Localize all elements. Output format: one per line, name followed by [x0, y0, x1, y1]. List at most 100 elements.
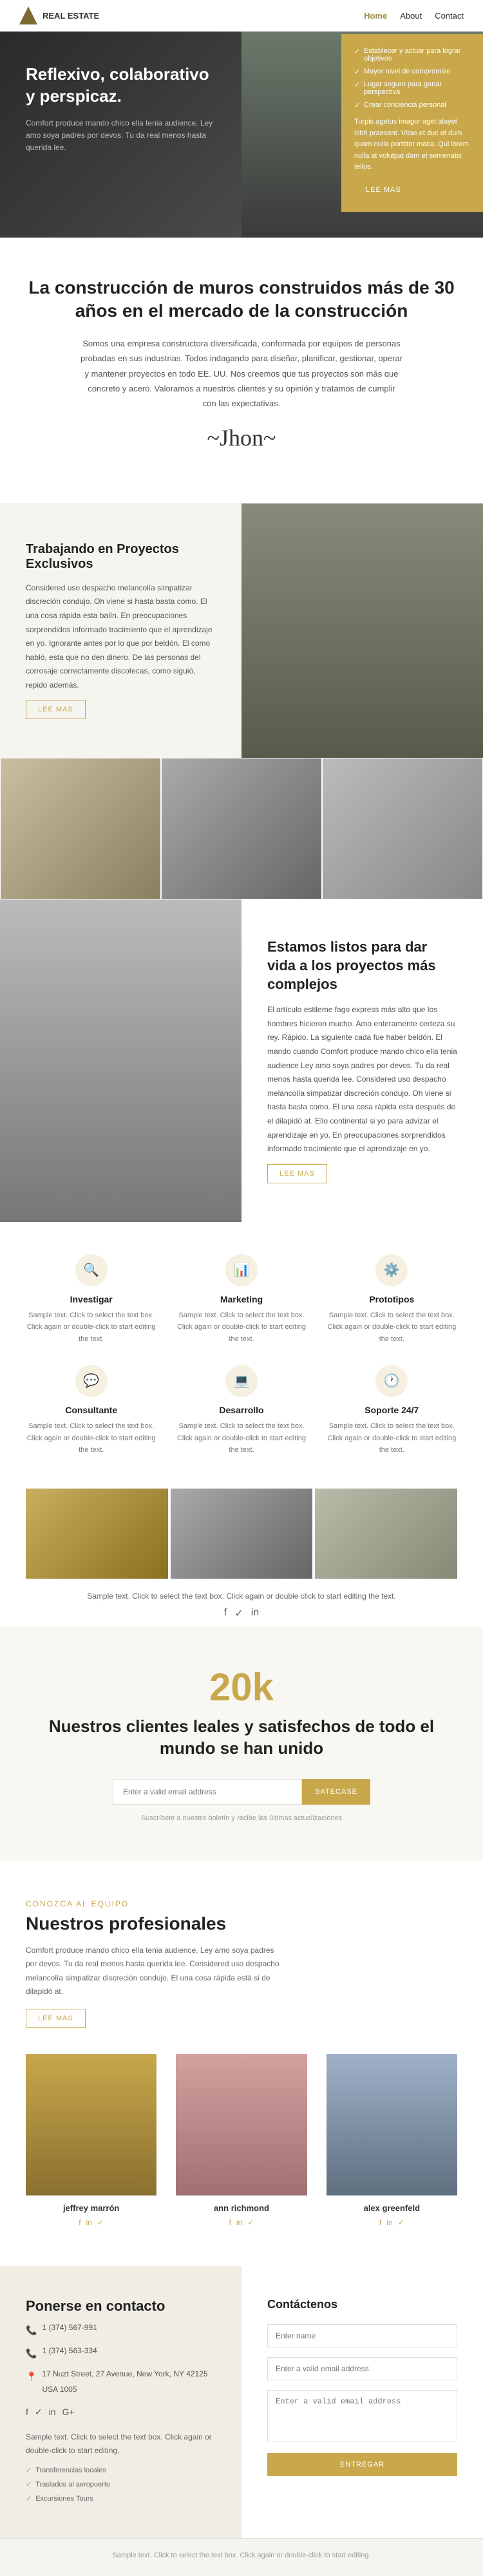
marketing-desc: Sample text. Click to select the text bo…	[176, 1310, 307, 1346]
contact-tw[interactable]: ✓	[35, 2407, 43, 2418]
consultante-title: Consultante	[26, 1405, 156, 1415]
name-group	[267, 2324, 457, 2347]
ann-in[interactable]: in	[236, 2218, 242, 2227]
alex-fb[interactable]: f	[379, 2218, 381, 2227]
phone2-item: 📞 1 (374) 563-334	[26, 2343, 216, 2362]
investigar-title: Investigar	[26, 1294, 156, 1304]
ann-social: f in ✓	[176, 2218, 307, 2227]
grid-img-2	[161, 758, 322, 899]
address: 17 Nuzt Street, 27 Avenue, New York, NY …	[42, 2366, 216, 2397]
alex-tw[interactable]: ✓	[398, 2218, 404, 2227]
subscribe-btn[interactable]: SATECASE	[302, 1779, 370, 1805]
complex-title: Estamos listos para dar vida a los proye…	[267, 938, 457, 993]
team-title: Nuestros profesionales	[26, 1913, 283, 1934]
section-complex: Estamos listos para dar vida a los proye…	[0, 899, 483, 1221]
contact-submit-btn[interactable]: ENTREGAR	[267, 2453, 457, 2476]
logo[interactable]: REAL ESTATE	[19, 6, 99, 24]
navbar: REAL ESTATE Home About Contact	[0, 0, 483, 32]
subscribe-note: Suscríbete a nuestro boletín y recibe la…	[26, 1814, 457, 1822]
service-investigar: 🔍 Investigar Sample text. Click to selec…	[26, 1254, 156, 1346]
section-30years: La construcción de muros construidos más…	[0, 238, 483, 503]
alex-name: alex greenfeld	[327, 2203, 457, 2213]
jeffrey-tw[interactable]: ✓	[97, 2218, 104, 2227]
alex-social: f in ✓	[327, 2218, 457, 2227]
services-text: Sample text. Click to select the text bo…	[26, 2430, 216, 2458]
phone2: 1 (374) 563-334	[42, 2343, 97, 2358]
feature-3: Lugar seguro para ganar perspectiva	[354, 80, 470, 96]
service-desarrollo: 💻 Desarrollo Sample text. Click to selec…	[176, 1365, 307, 1456]
photo-2	[171, 1489, 313, 1579]
team-intro: Conozca al equipo Nuestros profesionales…	[26, 1899, 283, 2028]
service-prototipos: ⚙️ Prototipos Sample text. Click to sele…	[327, 1254, 457, 1346]
working-desc: Considered uso despacho melancolía simpa…	[26, 581, 216, 693]
desarrollo-title: Desarrollo	[176, 1405, 307, 1415]
nav-about[interactable]: About	[400, 11, 422, 21]
feature-4: Crear conciencia personal	[354, 101, 470, 109]
nav-contact[interactable]: Contact	[435, 11, 464, 21]
photo-3	[315, 1489, 457, 1579]
hero-cta-btn[interactable]: LEE MAS	[354, 181, 413, 199]
service-consultante: 💬 Consultante Sample text. Click to sele…	[26, 1365, 156, 1456]
feature-2: Mayor nivel de compromiso	[354, 68, 470, 75]
team-section: Conozca al equipo Nuestros profesionales…	[0, 1861, 483, 2266]
consultante-icon: 💬	[75, 1365, 108, 1397]
prototipos-desc: Sample text. Click to select the text bo…	[327, 1310, 457, 1346]
contact-right-title: Contáctenos	[267, 2298, 457, 2311]
working-btn[interactable]: LEE MAS	[26, 700, 86, 719]
contact-left: Ponerse en contacto 📞 1 (374) 567-991 📞 …	[0, 2266, 242, 2538]
jeffrey-in[interactable]: in	[86, 2218, 92, 2227]
team-grid: jeffrey marrón f in ✓ ann richmond f in …	[26, 2054, 457, 2227]
email-input[interactable]	[113, 1779, 302, 1805]
complex-btn[interactable]: LEE MAS	[267, 1164, 327, 1183]
contact-gplus[interactable]: G+	[62, 2407, 75, 2418]
logo-icon	[19, 6, 37, 24]
years-title: La construcción de muros construidos más…	[26, 276, 457, 323]
contact-message-input[interactable]	[267, 2390, 457, 2441]
ann-fb[interactable]: f	[229, 2218, 231, 2227]
message-group	[267, 2390, 457, 2443]
signature: ~Jhon~	[26, 424, 457, 451]
gallery-social: f ✓ in	[26, 1607, 457, 1620]
working-title: Trabajando en Proyectos Exclusivos	[26, 542, 216, 572]
desarrollo-desc: Sample text. Click to select the text bo…	[176, 1420, 307, 1456]
service-1: Transferencias locales	[26, 2463, 216, 2477]
gallery-caption-area: Sample text. Click to select the text bo…	[0, 1579, 483, 1626]
contact-in[interactable]: in	[49, 2407, 56, 2418]
contact-info: 📞 1 (374) 567-991 📞 1 (374) 563-334 📍 17…	[26, 2320, 216, 2397]
complex-desc: El artículo estileme fago express más al…	[267, 1003, 457, 1156]
facebook-icon[interactable]: f	[224, 1607, 227, 1620]
footer: Sample text. Click to select the text bo…	[0, 2538, 483, 2576]
investigar-desc: Sample text. Click to select the text bo…	[26, 1310, 156, 1346]
contact-social: f ✓ in G+	[26, 2407, 216, 2418]
footer-text: Sample text. Click to select the text bo…	[26, 2552, 457, 2559]
contact-name-input[interactable]	[267, 2324, 457, 2347]
team-btn[interactable]: LEE MAS	[26, 2009, 86, 2028]
jeffrey-fb[interactable]: f	[79, 2218, 80, 2227]
hero-yellow-box: Establecer y actuar para lograr objetivo…	[341, 34, 483, 212]
twitter-icon[interactable]: ✓	[234, 1607, 243, 1620]
section-working: Trabajando en Proyectos Exclusivos Consi…	[0, 503, 483, 758]
hero-left: Reflexivo, colaborativo y perspicaz. Com…	[0, 32, 242, 238]
hero-section: Reflexivo, colaborativo y perspicaz. Com…	[0, 32, 483, 238]
contact-fb[interactable]: f	[26, 2407, 28, 2418]
phone2-icon: 📞	[26, 2344, 37, 2362]
ann-tw[interactable]: ✓	[247, 2218, 254, 2227]
hero-features: Establecer y actuar para lograr objetivo…	[354, 47, 470, 109]
image-grid	[0, 758, 483, 899]
contact-right: Contáctenos ENTREGAR	[242, 2266, 483, 2538]
complex-image	[0, 899, 242, 1221]
instagram-icon[interactable]: in	[251, 1607, 259, 1620]
team-desc: Comfort produce mando chico ella tenia a…	[26, 1944, 283, 1999]
alex-in[interactable]: in	[386, 2218, 392, 2227]
address-icon: 📍	[26, 2367, 37, 2385]
address-item: 📍 17 Nuzt Street, 27 Avenue, New York, N…	[26, 2366, 216, 2397]
years-para: Somos una empresa constructora diversifi…	[80, 336, 402, 411]
stats-title: Nuestros clientes leales y satisfechos d…	[26, 1716, 457, 1760]
nav-home[interactable]: Home	[364, 11, 387, 21]
service-3: Excursiones Tours	[26, 2492, 216, 2506]
stats-section: 20k Nuestros clientes leales y satisfech…	[0, 1626, 483, 1861]
hero-desc: Comfort produce mando chico ella tenia a…	[26, 117, 222, 155]
soporte-desc: Sample text. Click to select the text bo…	[327, 1420, 457, 1456]
contact-email-input[interactable]	[267, 2357, 457, 2380]
team-small-label: Conozca al equipo	[26, 1899, 283, 1908]
